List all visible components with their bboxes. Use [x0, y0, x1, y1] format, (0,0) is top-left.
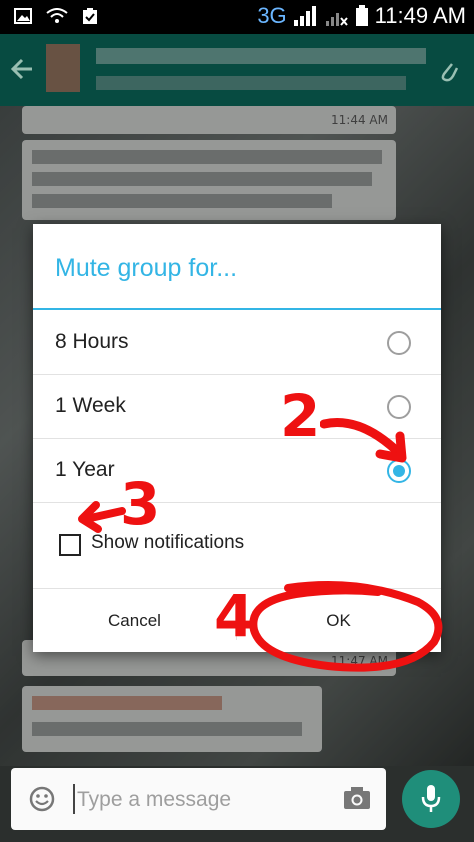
- annotation-arrow-2: [320, 418, 407, 463]
- battery-icon: [355, 5, 368, 26]
- message-input[interactable]: Type a message: [77, 788, 231, 812]
- status-time: 11:49 AM: [374, 3, 466, 28]
- signal-icon: [293, 6, 316, 26]
- show-notifications-label: Show notifications: [91, 532, 245, 553]
- signal-x-icon: [325, 13, 348, 26]
- annotation-arrow-3: [78, 501, 126, 533]
- option-8-hours[interactable]: 8 Hours: [33, 311, 441, 375]
- network-type: 3G: [257, 3, 287, 28]
- clipboard-check-icon: [83, 8, 97, 24]
- text-cursor: [73, 784, 75, 814]
- option-label: 8 Hours: [55, 330, 129, 353]
- microphone-icon: [421, 785, 441, 812]
- message-composer: Type a message: [11, 768, 386, 830]
- cancel-button[interactable]: Cancel: [33, 589, 236, 652]
- annotation-circle-ok: [249, 581, 443, 672]
- status-icons-left: [14, 7, 98, 25]
- annotation-step-3: 3: [120, 470, 161, 538]
- camera-icon[interactable]: [343, 786, 371, 810]
- emoji-icon[interactable]: [29, 786, 55, 812]
- title-divider: [33, 308, 441, 310]
- dialog-title: Mute group for...: [55, 254, 238, 282]
- radio-button[interactable]: [387, 331, 411, 355]
- status-icons-right: 3G 11:49 AM: [257, 3, 466, 29]
- show-notifications-checkbox[interactable]: [59, 534, 81, 556]
- option-label: 1 Week: [55, 394, 126, 417]
- status-bar: 3G 11:49 AM: [0, 0, 474, 34]
- wifi-icon: [46, 8, 68, 23]
- image-icon: [14, 8, 32, 24]
- mic-button[interactable]: [402, 770, 460, 828]
- annotation-step-2: 2: [280, 382, 321, 450]
- option-label: 1 Year: [55, 458, 115, 481]
